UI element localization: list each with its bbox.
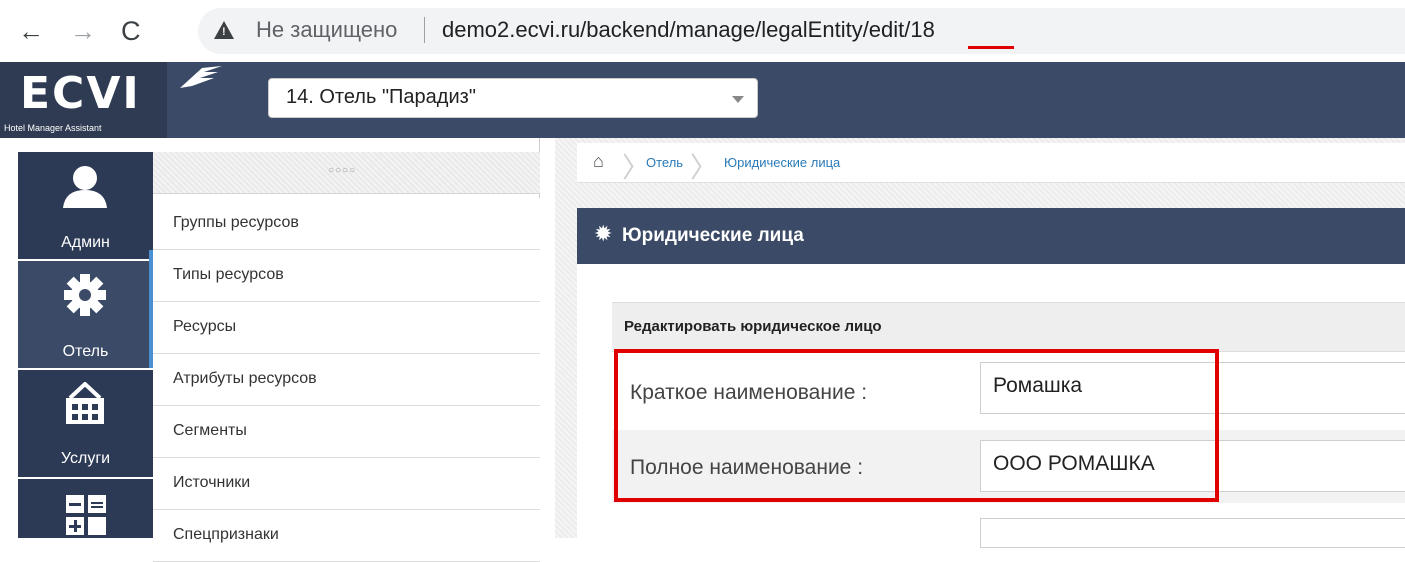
gear-icon xyxy=(64,274,106,316)
forward-icon[interactable]: → xyxy=(70,16,96,46)
home-icon[interactable]: ⌂ xyxy=(593,151,604,172)
reload-icon[interactable]: C xyxy=(121,16,141,46)
next-field-input[interactable] xyxy=(980,518,1405,548)
submenu-item-label: Источники xyxy=(173,474,251,491)
rail-label: Услуги xyxy=(60,450,111,467)
form-title: Редактировать юридическое лицо xyxy=(624,318,882,335)
chevron-down-icon[interactable] xyxy=(732,96,744,103)
security-label[interactable]: Не защищено xyxy=(256,17,397,43)
rail-item-admin[interactable]: Админ xyxy=(18,152,153,259)
rail-label: Отель xyxy=(62,343,109,360)
drag-handle-icon[interactable]: ○○○○ xyxy=(328,165,356,176)
submenu-item[interactable]: Сегменты xyxy=(153,406,540,458)
page-title: Юридические лица xyxy=(622,225,804,246)
rail-item-hotel[interactable]: Отель xyxy=(18,261,153,368)
rail-item-services[interactable]: Услуги xyxy=(18,370,153,477)
submenu-item-label: Спецпризнаки xyxy=(173,526,279,543)
submenu-item[interactable]: Атрибуты ресурсов xyxy=(153,354,540,406)
submenu-item-label: Ресурсы xyxy=(173,318,237,335)
hotel-select-value[interactable]: 14. Отель "Парадиз" xyxy=(286,86,476,109)
id-underline-annotation xyxy=(968,46,1014,49)
url-text[interactable]: demo2.ecvi.ru/backend/manage/legalEntity… xyxy=(442,17,935,43)
submenu-item[interactable]: Типы ресурсов xyxy=(149,250,540,302)
red-highlight-annotation xyxy=(614,349,1219,502)
breadcrumb-link[interactable]: Отель xyxy=(646,155,683,170)
logo-text: ECVI xyxy=(20,68,141,119)
submenu-item-label: Сегменты xyxy=(173,422,247,439)
logo-subtitle: Hotel Manager Assistant xyxy=(4,123,102,133)
submenu-item[interactable]: Источники xyxy=(153,458,540,510)
breadcrumb-link[interactable]: Юридические лица xyxy=(724,155,840,170)
url-divider xyxy=(424,17,425,43)
submenu-item[interactable]: Ресурсы xyxy=(153,302,540,354)
calculator-icon xyxy=(66,495,106,535)
user-icon xyxy=(63,166,107,208)
gear-icon: ✹ xyxy=(594,221,613,246)
breadcrumb-separator: 〉 xyxy=(690,152,719,183)
back-icon[interactable]: ← xyxy=(18,16,44,46)
basket-icon xyxy=(66,382,104,424)
warning-mark: ! xyxy=(222,26,226,38)
rail-label: Админ xyxy=(61,234,110,251)
submenu-item-label: Типы ресурсов xyxy=(173,266,284,283)
logo-swoosh-icon xyxy=(180,66,222,88)
rail-item-calculator[interactable] xyxy=(18,479,153,538)
submenu-item-label: Группы ресурсов xyxy=(173,214,299,231)
submenu-item[interactable]: Группы ресурсов xyxy=(153,198,540,250)
submenu-item-label: Атрибуты ресурсов xyxy=(173,370,317,387)
submenu-item[interactable]: Спецпризнаки xyxy=(153,510,540,562)
